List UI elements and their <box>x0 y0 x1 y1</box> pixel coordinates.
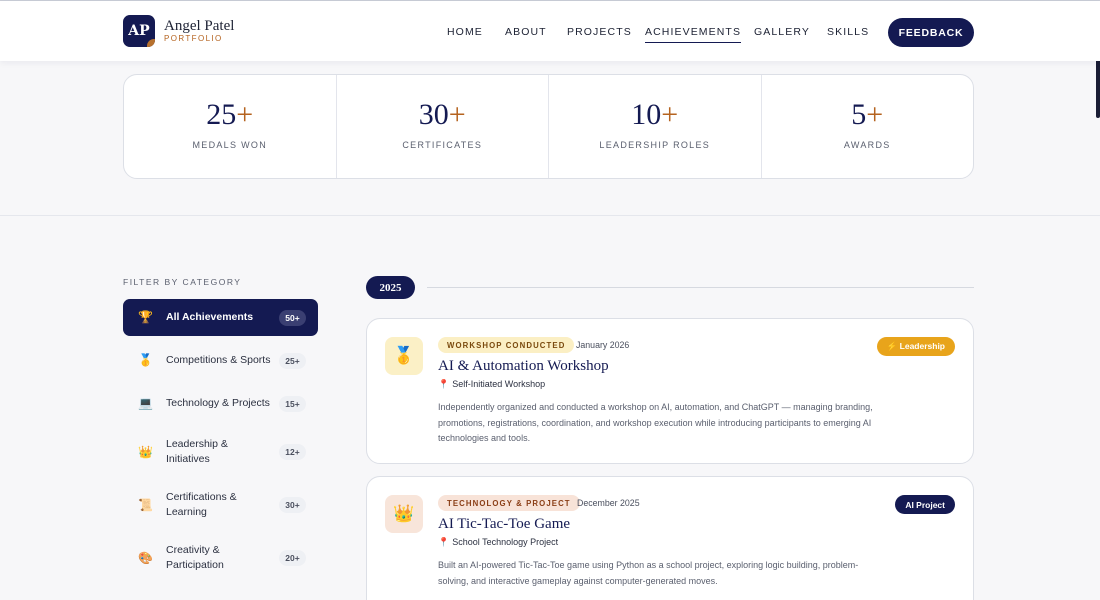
stats-card: 25+ MEDALS WON 30+ CERTIFICATES 10+ LEAD… <box>123 74 974 179</box>
site-header: AP Angel Patel PORTFOLIO HOME ABOUT PROJ… <box>0 1 1100 61</box>
year-pill: 2025 <box>366 276 415 299</box>
section-divider <box>0 215 1100 216</box>
leadership-badge: ⚡ Leadership <box>876 337 955 356</box>
crown-icon: 👑 <box>385 495 423 533</box>
stat-value: 25+ <box>206 97 254 131</box>
laptop-icon: 💻 <box>138 396 153 410</box>
nav-about[interactable]: ABOUT <box>505 26 547 38</box>
filter-count: 50+ <box>279 310 306 326</box>
filter-all-achievements[interactable]: 🏆 All Achievements 50+ <box>123 299 318 336</box>
card-description: Built an AI-powered Tic-Tac-Toe game usi… <box>438 560 859 586</box>
filter-title: FILTER BY CATEGORY <box>123 277 242 287</box>
filter-label: Creativity & Participation <box>166 544 224 571</box>
location-pin-icon: 📍 <box>438 537 450 547</box>
feedback-button[interactable]: FEEDBACK <box>888 18 974 47</box>
card-date: January 2026 <box>576 340 630 350</box>
card-location: 📍 Self-Initiated Workshop <box>438 379 546 389</box>
stat-leadership: 10+ LEADERSHIP ROLES <box>549 75 762 178</box>
brand-subtitle: PORTFOLIO <box>164 34 223 43</box>
filter-count: 25+ <box>279 353 306 369</box>
card-date: December 2025 <box>577 498 640 508</box>
year-divider-line <box>427 287 974 288</box>
scroll-icon: 📜 <box>138 498 153 512</box>
stat-value: 10+ <box>631 97 679 131</box>
card-category-tag: WORKSHOP CONDUCTED <box>438 337 575 353</box>
card-category-tag: TECHNOLOGY & PROJECT <box>438 495 580 511</box>
stat-awards: 5+ AWARDS <box>762 75 974 178</box>
filter-creativity-participation[interactable]: 🎨 Creativity & Participation 20+ <box>123 538 318 578</box>
nav-home[interactable]: HOME <box>447 26 483 38</box>
filter-count: 12+ <box>279 444 306 460</box>
ai-project-badge: AI Project <box>895 495 955 514</box>
filter-label: All Achievements <box>166 311 254 323</box>
stat-value: 5+ <box>851 97 884 131</box>
filter-count: 30+ <box>279 497 306 513</box>
filter-label: Technology & Projects <box>166 397 270 409</box>
filter-count: 15+ <box>279 396 306 412</box>
nav-achievements[interactable]: ACHIEVEMENTS <box>645 26 742 43</box>
stat-label: LEADERSHIP ROLES <box>599 139 711 150</box>
filter-label: Certifications & Learning <box>166 491 237 518</box>
stat-certificates: 30+ CERTIFICATES <box>337 75 549 178</box>
logo-corner-accent <box>147 39 155 47</box>
stat-label: AWARDS <box>843 139 891 150</box>
trophy-icon: 🏆 <box>138 310 153 324</box>
filter-count: 20+ <box>279 550 306 566</box>
filter-competitions-sports[interactable]: 🥇 Competitions & Sports 25+ <box>123 342 318 379</box>
filter-certifications-learning[interactable]: 📜 Certifications & Learning 30+ <box>123 485 318 525</box>
achievement-card[interactable]: 👑 TECHNOLOGY & PROJECT December 2025 AI … <box>366 476 974 600</box>
brand-name[interactable]: Angel Patel <box>164 18 234 35</box>
card-title: AI & Automation Workshop <box>438 358 609 374</box>
filter-technology-projects[interactable]: 💻 Technology & Projects 15+ <box>123 385 318 422</box>
logo-badge[interactable]: AP <box>123 15 155 47</box>
filter-label: Competitions & Sports <box>166 354 271 366</box>
card-title: AI Tic-Tac-Toe Game <box>438 516 571 532</box>
stat-label: CERTIFICATES <box>402 139 483 150</box>
nav-gallery[interactable]: GALLERY <box>754 26 810 38</box>
card-location: 📍 School Technology Project <box>438 537 559 547</box>
nav-skills[interactable]: SKILLS <box>827 26 869 38</box>
stat-medals: 25+ MEDALS WON <box>124 75 337 178</box>
nav-projects[interactable]: PROJECTS <box>567 26 632 38</box>
palette-icon: 🎨 <box>138 551 153 565</box>
crown-icon: 👑 <box>138 445 153 459</box>
location-pin-icon: 📍 <box>438 379 450 389</box>
medal-icon: 🥇 <box>138 353 153 367</box>
filter-label: Leadership & Initiatives <box>166 438 228 465</box>
filter-leadership-initiatives[interactable]: 👑 Leadership & Initiatives 12+ <box>123 432 318 472</box>
logo-initials: AP <box>128 23 150 39</box>
stat-label: MEDALS WON <box>192 139 267 150</box>
achievement-card[interactable]: 🥇 WORKSHOP CONDUCTED January 2026 AI & A… <box>366 318 974 464</box>
card-description: Independently organized and conducted a … <box>438 402 873 443</box>
medal-icon: 🥇 <box>385 337 423 375</box>
stat-value: 30+ <box>418 97 466 131</box>
